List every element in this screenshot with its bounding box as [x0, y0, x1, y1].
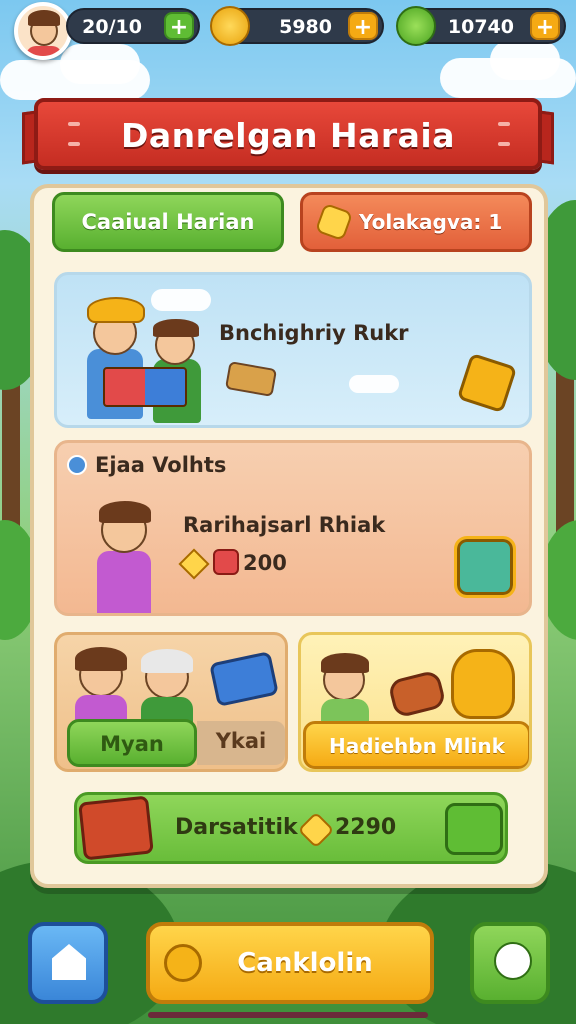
energy-plus-button[interactable]: + [164, 12, 194, 40]
page-title: Danrelgan Haraia [120, 116, 455, 155]
barrel-icon [387, 669, 447, 719]
tab-daily-label: Caaiual Harian [81, 210, 255, 234]
accept-button[interactable]: Myan [67, 719, 197, 767]
claim-ticket-icon[interactable] [445, 803, 503, 855]
player-avatar[interactable] [14, 2, 72, 60]
home-icon [52, 944, 86, 980]
resource-coins: 5980 + [210, 6, 384, 46]
quest-card-friends: Myan Ykai [54, 632, 288, 772]
quest-card-pet: Hadiehbn Mlink [298, 632, 532, 772]
quest-card-helper[interactable]: Ejaa Volhts Rarihajsarl Rhiak 200 [54, 440, 532, 616]
coins-plus-button[interactable]: + [348, 12, 378, 40]
pet-character [451, 649, 515, 719]
energy-value: 20/10 [82, 16, 142, 38]
chat-icon [494, 942, 532, 980]
character-boy [87, 493, 167, 613]
pet-button-label: Hadiehbn Mlink [329, 734, 505, 758]
reward-bar-amount: 2290 [335, 815, 397, 840]
tab-weekly[interactable]: Yolakagva: 1 [300, 192, 532, 252]
leaf-gem-icon [396, 6, 436, 46]
decline-button[interactable]: Ykai [197, 721, 285, 765]
coin-icon [297, 811, 335, 849]
tab-weekly-label: Yolakagva: 1 [359, 210, 503, 234]
gems-plus-button[interactable]: + [530, 12, 560, 40]
quest-helper-reward: 200 [243, 551, 287, 575]
resource-energy: 20/10 + [66, 8, 200, 44]
reward-bar-label: Darsatitik [175, 815, 298, 840]
accept-button-label: Myan [100, 732, 164, 756]
map-icon[interactable] [454, 536, 516, 598]
star-icon [314, 202, 354, 242]
gift-box-icon [209, 651, 279, 707]
resource-gems: 10740 + [396, 6, 566, 46]
main-action-button[interactable]: Canklolin [146, 922, 434, 1004]
quest-helper-heading: Ejaa Volhts [95, 453, 227, 477]
book-icon [103, 367, 187, 407]
decline-button-label: Ykai [215, 729, 267, 753]
star-icon [178, 548, 210, 580]
quest-helper-label: Rarihajsarl Rhiak [183, 513, 386, 537]
gift-icon [213, 549, 239, 575]
coin-icon [210, 6, 250, 46]
ticket-icon[interactable] [456, 352, 518, 414]
quest-reading-label: Bnchighriy Rukr [219, 321, 409, 345]
chat-button[interactable] [470, 922, 550, 1004]
toolbox-icon [224, 361, 278, 397]
main-action-label: Canklolin [237, 948, 373, 978]
quest-card-reading[interactable]: Bnchighriy Rukr [54, 272, 532, 428]
pet-button[interactable]: Hadiehbn Mlink [303, 721, 529, 769]
reward-bar[interactable]: Darsatitik 2290 [74, 792, 508, 864]
home-button[interactable] [28, 922, 108, 1004]
home-indicator [148, 1012, 428, 1018]
main-panel: Caaiual Harian Yolakagva: 1 Bnchighriy R… [30, 184, 548, 888]
chest-icon [78, 795, 154, 861]
gems-value: 10740 [447, 16, 514, 38]
coins-value: 5980 [279, 16, 332, 38]
tab-daily[interactable]: Caaiual Harian [52, 192, 284, 252]
checkbox-icon [67, 455, 87, 475]
title-banner: Danrelgan Haraia [34, 98, 542, 170]
